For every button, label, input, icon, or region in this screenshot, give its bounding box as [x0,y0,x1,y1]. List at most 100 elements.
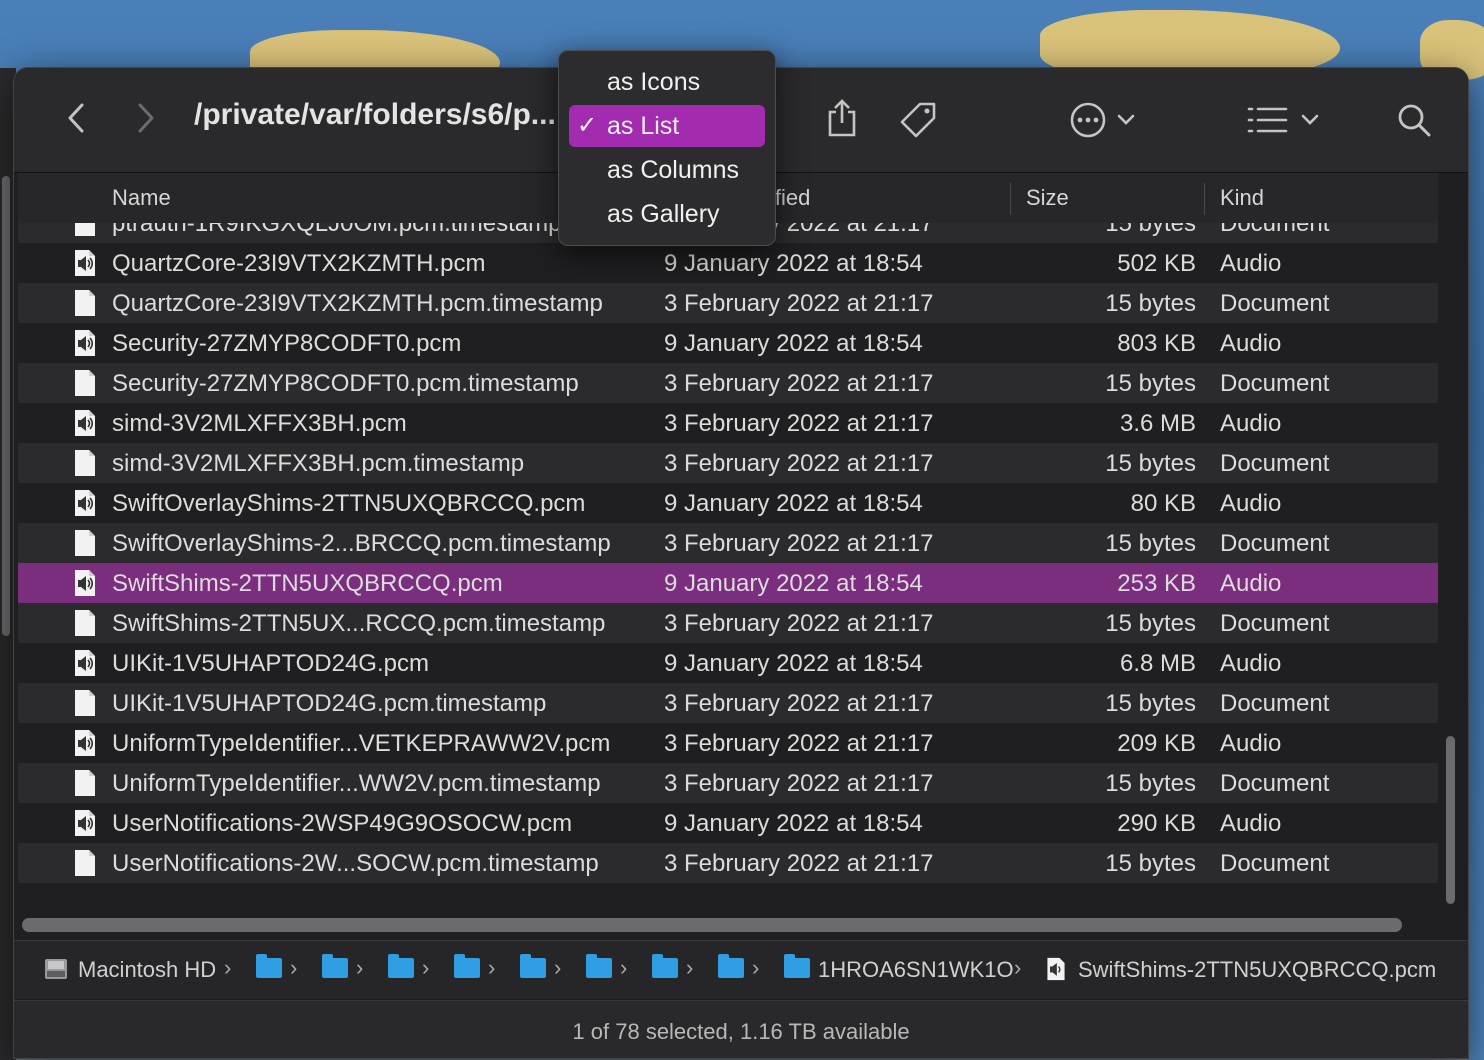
path-item-folder[interactable]: 1HROA6SN1WK1O [818,957,1014,983]
table-row[interactable]: Security-27ZMYP8CODFT0.pcm 9 January 2022… [18,323,1438,363]
audio-file-icon [75,810,95,836]
column-size[interactable]: Size [1026,185,1069,211]
file-kind: Audio [1220,330,1282,357]
document-file-icon [75,850,95,876]
audio-file-icon [75,490,95,516]
search-button[interactable] [1392,98,1436,142]
document-file-icon [75,290,95,316]
path-item-disk[interactable]: Macintosh HD [78,957,216,983]
hard-disk-icon [45,959,67,979]
audio-file-icon [75,650,95,676]
table-row[interactable]: SwiftOverlayShims-2...BRCCQ.pcm.timestam… [18,523,1438,563]
file-date: 3 February 2022 at 21:17 [664,410,934,437]
ellipsis-circle-icon [1070,102,1106,138]
vertical-scrollbar[interactable] [1442,736,1458,906]
table-row-selected[interactable]: SwiftShims-2TTN5UXQBRCCQ.pcm 9 January 20… [18,563,1438,603]
table-row[interactable]: UIKit-1V5UHAPTOD24G.pcm.timestamp 3 Febru… [18,683,1438,723]
file-size: 502 KB [1117,250,1196,277]
menu-item-as-columns[interactable]: as Columns [569,149,765,191]
file-date: 3 February 2022 at 21:17 [664,290,934,317]
file-date: 9 January 2022 at 18:54 [664,810,923,837]
table-row[interactable]: UserNotifications-2WSP49G9OSOCW.pcm 9 Jan… [18,803,1438,843]
menu-item-as-list[interactable]: ✓ as List [569,105,765,147]
file-kind: Audio [1220,650,1282,677]
table-row[interactable]: UniformTypeIdentifier...WW2V.pcm.timesta… [18,763,1438,803]
document-file-icon [75,223,95,236]
column-date-modified[interactable]: ified [770,185,810,211]
table-row[interactable]: QuartzCore-23I9VTX2KZMTH.pcm 9 January 20… [18,243,1438,283]
view-options-button[interactable] [1240,98,1326,142]
path-separator: › [620,955,628,980]
table-row[interactable]: SwiftShims-2TTN5UX...RCCQ.pcm.timestamp 3… [18,603,1438,643]
chevron-left-icon [68,103,84,133]
file-kind: Document [1220,690,1330,717]
folder-icon [784,954,810,978]
audio-file-icon [75,570,95,596]
file-size: 15 bytes [1105,290,1196,317]
file-name: SwiftShims-2TTN5UX...RCCQ.pcm.timestamp [112,610,606,637]
table-row[interactable]: simd-3V2MLXFFX3BH.pcm.timestamp 3 Februar… [18,443,1438,483]
path-separator: › [224,955,232,980]
tag-button[interactable] [896,98,940,142]
file-list: ptrauth-1R9IKGXQLJ0OM.pcm.timestamp 3 Fe… [18,223,1438,903]
file-name: UserNotifications-2WSP49G9OSOCW.pcm [112,810,573,837]
file-date: 9 January 2022 at 18:54 [664,250,923,277]
table-row[interactable]: UIKit-1V5UHAPTOD24G.pcm 9 January 2022 at… [18,643,1438,683]
folder-icon[interactable] [388,954,414,978]
document-file-icon [75,530,95,556]
file-date: 3 February 2022 at 21:17 [664,730,934,757]
folder-icon[interactable] [322,954,348,978]
folder-icon[interactable] [454,954,480,978]
table-row[interactable]: simd-3V2MLXFFX3BH.pcm 3 February 2022 at … [18,403,1438,443]
file-size: 15 bytes [1105,223,1196,237]
checkmark-icon: ✓ [577,112,598,139]
audio-file-icon [1047,957,1065,981]
file-name: SwiftOverlayShims-2TTN5UXQBRCCQ.pcm [112,490,586,517]
menu-item-label: as Icons [607,68,701,96]
table-row[interactable]: UniformTypeIdentifier...VETKEPRAWW2V.pcm… [18,723,1438,763]
folder-icon[interactable] [256,954,282,978]
document-file-icon [75,610,95,636]
file-kind: Document [1220,610,1330,637]
search-icon [1398,104,1431,137]
audio-file-icon [75,330,95,356]
file-kind: Document [1220,770,1330,797]
table-row[interactable]: SwiftOverlayShims-2TTN5UXQBRCCQ.pcm 9 Jan… [18,483,1438,523]
file-size: 15 bytes [1105,450,1196,477]
document-file-icon [75,370,95,396]
path-separator: › [290,955,298,980]
file-date: 3 February 2022 at 21:17 [664,770,934,797]
forward-button[interactable] [126,98,166,138]
table-row[interactable]: QuartzCore-23I9VTX2KZMTH.pcm.timestamp 3 … [18,283,1438,323]
folder-icon[interactable] [520,954,546,978]
chevron-down-icon [1301,114,1319,125]
file-size: 80 KB [1130,490,1196,517]
menu-item-label: as Gallery [607,200,720,228]
document-file-icon [75,770,95,796]
action-menu-button[interactable] [1062,98,1142,142]
column-kind[interactable]: Kind [1220,185,1264,211]
column-name[interactable]: Name [112,185,171,211]
file-name: UserNotifications-2W...SOCW.pcm.timestam… [112,850,599,877]
audio-file-icon [75,410,95,436]
file-date: 3 February 2022 at 21:17 [664,370,934,397]
file-date: 9 January 2022 at 18:54 [664,330,923,357]
table-row[interactable]: Security-27ZMYP8CODFT0.pcm.timestamp 3 Fe… [18,363,1438,403]
document-file-icon [75,690,95,716]
menu-item-as-icons[interactable]: as Icons [569,61,765,103]
back-button[interactable] [56,98,96,138]
path-separator: › [686,955,694,980]
folder-icon[interactable] [718,954,744,978]
folder-icon[interactable] [586,954,612,978]
file-size: 290 KB [1117,810,1196,837]
file-kind: Document [1220,450,1330,477]
horizontal-scrollbar[interactable] [22,918,1402,932]
path-item-file[interactable]: SwiftShims-2TTN5UXQBRCCQ.pcm [1078,957,1436,983]
table-row[interactable]: UserNotifications-2W...SOCW.pcm.timestam… [18,843,1438,883]
folder-icon[interactable] [652,954,678,978]
share-button[interactable] [822,96,862,140]
file-name: Security-27ZMYP8CODFT0.pcm [112,330,462,357]
path-separator: › [356,955,364,980]
file-size: 15 bytes [1105,690,1196,717]
menu-item-as-gallery[interactable]: as Gallery [569,193,765,235]
